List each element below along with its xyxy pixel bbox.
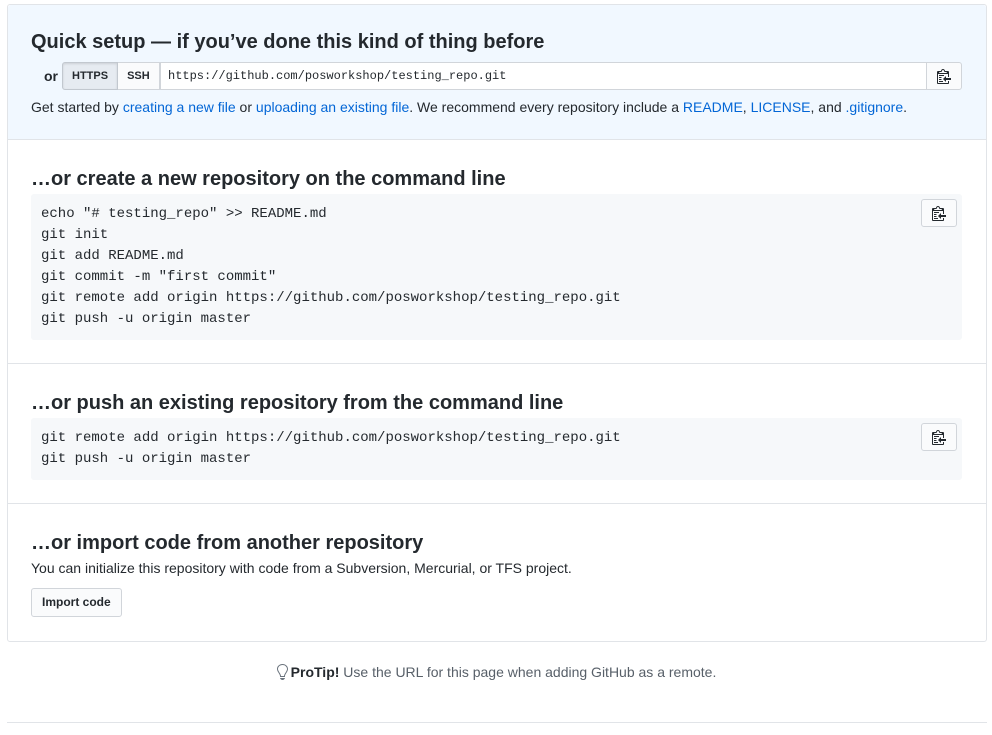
and-text: , and [810, 99, 846, 115]
push-repo-section: …or push an existing repository from the… [8, 364, 986, 504]
copy-create-commands-button[interactable] [921, 199, 957, 227]
clipboard-icon [937, 68, 951, 84]
footer-divider [7, 722, 987, 723]
https-button[interactable]: HTTPS [62, 62, 119, 90]
protip-text: Use the URL for this page when adding Gi… [339, 664, 717, 680]
create-repo-title: …or create a new repository on the comma… [31, 168, 506, 190]
protocol-toggle: HTTPS SSH [62, 62, 160, 90]
create-repo-code: echo "# testing_repo" >> README.md git i… [41, 206, 621, 327]
copy-push-commands-button[interactable] [921, 423, 957, 451]
quick-setup-panel: Quick setup — if you’ve done this kind o… [8, 5, 986, 140]
recommend-text: . We recommend every repository include … [409, 99, 683, 115]
light-bulb-icon [276, 664, 288, 680]
import-description: You can initialize this repository with … [31, 560, 572, 576]
create-repo-section: …or create a new repository on the comma… [8, 140, 986, 364]
gitignore-link[interactable]: .gitignore [846, 99, 904, 115]
push-repo-code: git remote add origin https://github.com… [41, 430, 621, 467]
readme-link[interactable]: README [683, 99, 743, 115]
period-text: . [903, 99, 908, 115]
push-repo-title: …or push an existing repository from the… [31, 392, 564, 414]
quick-setup-title: Quick setup — if you’ve done this kind o… [31, 31, 545, 53]
copy-url-button[interactable] [926, 62, 962, 90]
comma-text: , [742, 99, 751, 115]
import-title: …or import code from another repository [31, 532, 424, 554]
license-link[interactable]: LICENSE [751, 99, 811, 115]
import-section: …or import code from another repository … [8, 504, 986, 641]
clone-url-input[interactable]: https://github.com/posworkshop/testing_r… [160, 62, 927, 90]
push-repo-code-block: git remote add origin https://github.com… [31, 418, 962, 480]
get-started-text: Get started by creating a new file or up… [31, 98, 907, 116]
get-started-prefix: Get started by [31, 99, 123, 115]
protip: ProTip! Use the URL for this page when a… [0, 663, 992, 681]
create-new-file-link[interactable]: creating a new file [123, 99, 236, 115]
repo-setup-box: Quick setup — if you’ve done this kind o… [7, 4, 987, 642]
or-text: or [235, 99, 256, 115]
clipboard-icon [932, 205, 946, 221]
create-repo-code-block: echo "# testing_repo" >> README.md git i… [31, 194, 962, 340]
clipboard-icon [932, 429, 946, 445]
or-label: or [44, 68, 58, 84]
ssh-button[interactable]: SSH [118, 62, 160, 90]
upload-file-link[interactable]: uploading an existing file [256, 99, 409, 115]
protip-label: ProTip! [290, 664, 340, 680]
import-code-button[interactable]: Import code [31, 588, 122, 617]
